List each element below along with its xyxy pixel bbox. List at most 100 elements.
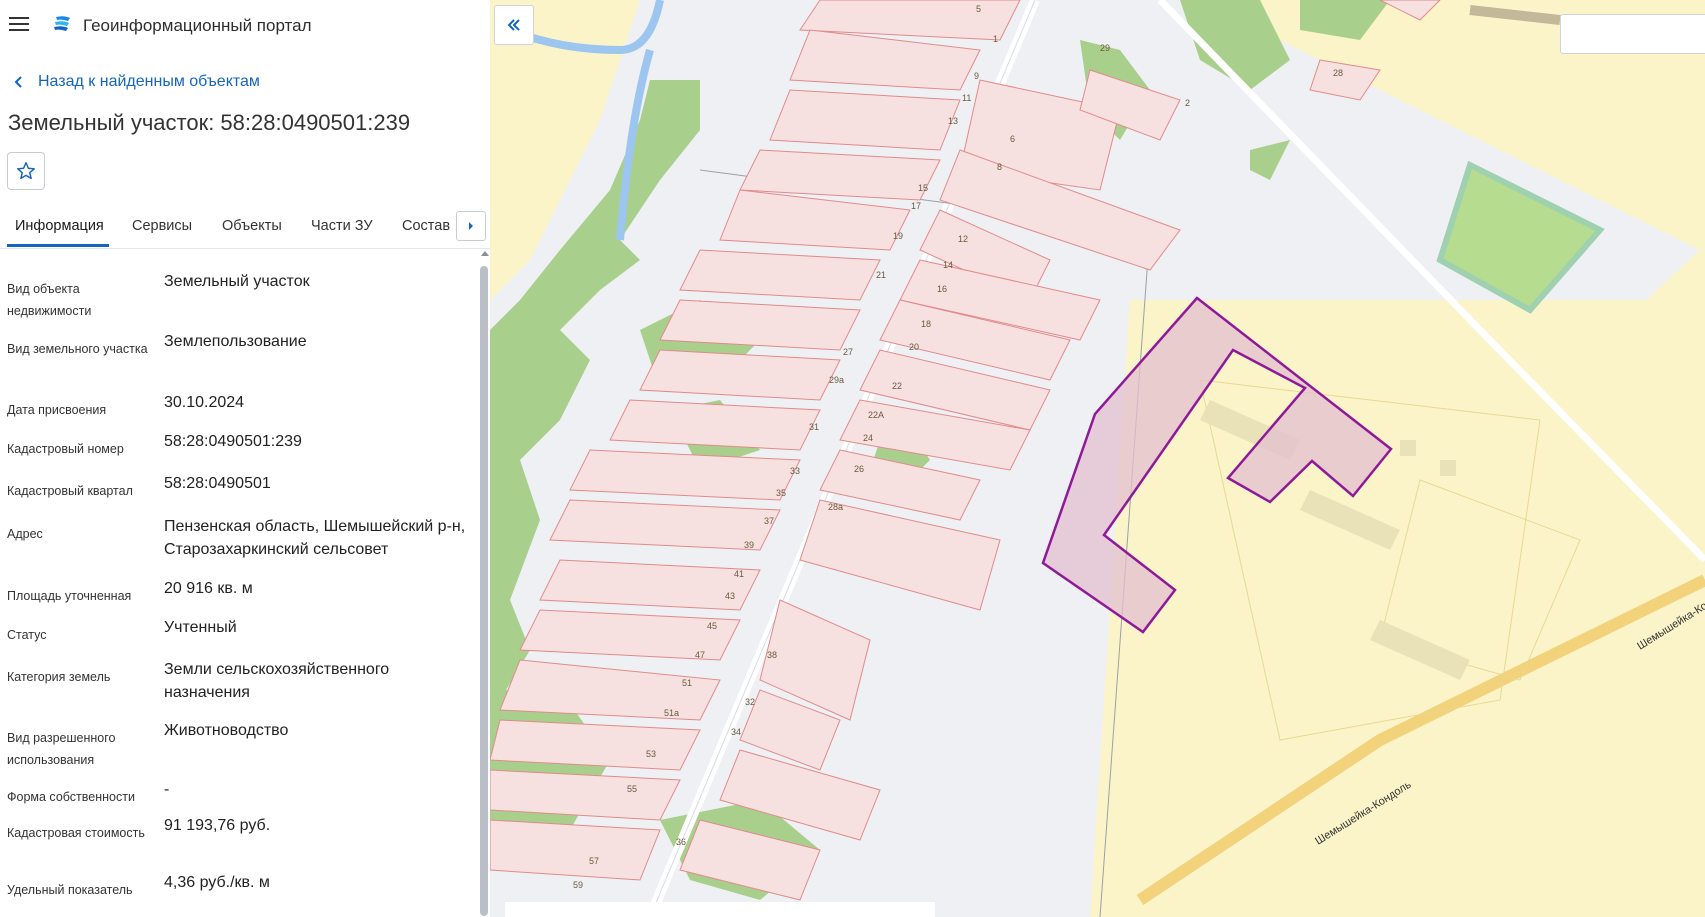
object-title: Земельный участок: 58:28:0490501:239 — [8, 110, 411, 135]
parcel-number: 31 — [809, 422, 819, 432]
star-outline-icon — [17, 162, 35, 180]
active-tab-indicator — [7, 244, 109, 247]
parcel-number: 37 — [764, 516, 774, 526]
parcel-number: 28а — [828, 502, 843, 512]
parcel-number: 5 — [976, 4, 981, 14]
property-label: Кадастровая стоимость — [7, 826, 145, 840]
tab-parcel-parts[interactable]: Части ЗУ — [311, 218, 373, 234]
property-value: Учтенный — [164, 619, 237, 636]
parcel-number: 19 — [893, 231, 903, 241]
property-label: Статус — [7, 628, 47, 642]
parcel-number: 11 — [962, 93, 971, 103]
map-attribution-strip — [505, 902, 935, 917]
info-panel: Геоинформационный портал Назад к найденн… — [0, 0, 490, 917]
parcel-number: 22 — [892, 381, 902, 391]
parcel-number: 51а — [664, 708, 679, 718]
parcel-number: 59 — [573, 880, 583, 890]
property-value: Пензенская область, Шемышейский р-н, Ста… — [164, 518, 466, 558]
parcel-number: 43 — [725, 591, 735, 601]
parcel-number: 27 — [843, 347, 853, 357]
parcel-number: 35 — [776, 488, 786, 498]
parcel-number: 32 — [745, 697, 755, 707]
parcel-number: 55 — [627, 784, 637, 794]
parcel-number: 6 — [1010, 134, 1015, 144]
property-value: 20 916 кв. м — [164, 580, 253, 597]
parcel-number: 20 — [909, 342, 919, 352]
property-value: Земельный участок — [164, 273, 310, 290]
chevron-right-icon — [469, 222, 473, 230]
property-label: Дата присвоения — [7, 403, 107, 417]
properties-list: Вид объекта недвижимости Земельный участ… — [0, 250, 480, 917]
parcel-number: 28 — [1333, 68, 1343, 78]
parcel-number: 15 — [918, 183, 928, 193]
parcel-number: 45 — [707, 621, 717, 631]
tab-composition[interactable]: Состав — [402, 218, 450, 234]
collapse-panel-button[interactable] — [494, 5, 534, 45]
panel-scrollbar[interactable] — [480, 266, 488, 916]
scroll-up-arrow-icon[interactable] — [481, 251, 489, 256]
parcel-number: 53 — [646, 749, 656, 759]
tab-services[interactable]: Сервисы — [132, 218, 192, 234]
property-value: 4,36 руб./кв. м — [164, 874, 270, 891]
chevron-left-icon — [14, 76, 22, 88]
parcel-number: 2 — [1185, 98, 1190, 108]
property-value: Земли сельскохозяйственного назначения — [164, 661, 390, 701]
parcel-number: 1 — [993, 34, 998, 44]
property-label: Площадь уточненная — [7, 589, 132, 603]
property-label: Форма собственности — [7, 790, 135, 804]
parcel-number: 57 — [589, 856, 599, 866]
parcel-number: 9 — [974, 71, 979, 81]
parcel-number: 14 — [943, 260, 953, 270]
parcel-number: 24 — [863, 433, 873, 443]
tab-information[interactable]: Информация — [15, 218, 104, 234]
double-chevron-left-icon — [507, 19, 520, 31]
back-link-label: Назад к найденным объектам — [38, 73, 260, 90]
map-canvas[interactable]: 5 1 9 11 13 15 17 19 21 27 29а 31 33 35 … — [490, 0, 1705, 917]
property-label: Категория земель — [7, 670, 111, 684]
parcel-number: 13 — [948, 116, 958, 126]
parcel-number: 29а — [829, 375, 844, 385]
top-bar: Геоинформационный портал — [0, 0, 490, 50]
tabs-bar: Информация Сервисы Объекты Части ЗУ Сост… — [0, 212, 490, 249]
parcel-number: 47 — [695, 650, 705, 660]
parcel-number: 26 — [854, 464, 864, 474]
property-value: 58:28:0490501:239 — [164, 433, 302, 450]
parcel-number: 38 — [767, 650, 777, 660]
property-value: Землепользование — [164, 333, 307, 350]
parcel-number: 36 — [676, 837, 686, 847]
property-value: 91 193,76 руб. — [164, 817, 271, 834]
parcel-number: 33 — [790, 466, 800, 476]
property-label: Кадастровый номер — [7, 442, 124, 456]
property-label: Адрес — [7, 527, 43, 541]
parcel-number: 18 — [921, 319, 931, 329]
parcel-number: 22А — [868, 410, 884, 420]
map-search-input[interactable] — [1560, 14, 1705, 54]
parcel-number: 41 — [734, 569, 744, 579]
app-title: Геоинформационный портал — [83, 16, 312, 35]
parcel-number: 39 — [744, 540, 754, 550]
parcel-number: 17 — [911, 201, 921, 211]
map-view[interactable]: 5 1 9 11 13 15 17 19 21 27 29а 31 33 35 … — [490, 0, 1705, 917]
parcel-number: 21 — [876, 270, 886, 280]
back-to-results-link[interactable]: Назад к найденным объектам — [12, 72, 260, 92]
parcel-number: 8 — [997, 162, 1002, 172]
property-value: - — [164, 781, 170, 798]
menu-icon[interactable] — [9, 16, 29, 32]
property-value: 30.10.2024 — [164, 394, 245, 411]
portal-logo-icon — [54, 16, 70, 31]
property-label: Удельный показатель — [7, 883, 133, 897]
parcel-number: 12 — [958, 234, 968, 244]
property-label: Вид земельного участка — [7, 342, 148, 356]
parcel-number: 51 — [682, 678, 692, 688]
parcel-number: 16 — [937, 284, 947, 294]
parcel-number: 34 — [731, 727, 741, 737]
tab-objects[interactable]: Объекты — [222, 218, 282, 234]
favorite-button[interactable] — [7, 152, 45, 190]
property-value: Животноводство — [164, 722, 289, 739]
property-label: Кадастровый квартал — [7, 484, 133, 498]
parcel-number: 29 — [1100, 43, 1110, 53]
property-label: Вид объекта недвижимости — [7, 282, 92, 318]
property-label: Вид разрешенного использования — [7, 731, 116, 767]
property-value: 58:28:0490501 — [164, 475, 271, 492]
tabs-scroll-right-button[interactable] — [456, 211, 486, 241]
